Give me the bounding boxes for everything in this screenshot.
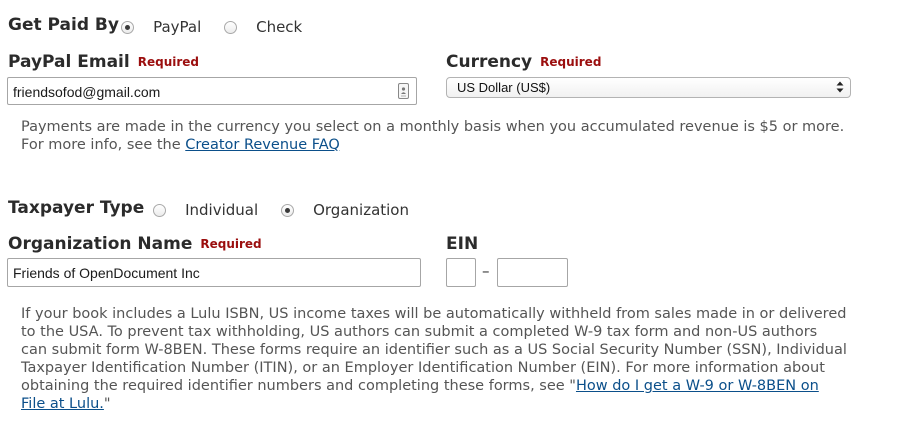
ein-label: EIN [446,234,479,254]
organization-name-required: Required [200,237,262,251]
paypal-email-required: Required [137,55,199,69]
radio-individual[interactable]: Individual [153,200,258,219]
currency-selected-value: US Dollar (US$) [457,80,551,95]
currency-label-text: Currency [446,52,533,72]
organization-name-label-text: Organization Name [8,234,193,254]
get-paid-by-label: Get Paid By [8,15,119,35]
ein-part1-input[interactable] [446,258,476,287]
radio-individual-indicator[interactable] [153,204,166,217]
w9-w8ben-faq-link-part2[interactable]: File at Lulu. [21,396,104,412]
currency-label: Currency Required [446,52,601,72]
select-arrows-icon [836,81,844,93]
tax-help-line2: to the USA. To prevent tax withholding, … [21,324,818,340]
currency-select[interactable]: US Dollar (US$) [446,77,851,98]
tax-help-line3: can submit form W-8BEN. These forms requ… [21,342,847,358]
radio-check-indicator[interactable] [224,21,237,34]
tax-help-line5: obtaining the required identifier number… [21,377,896,395]
radio-paypal-indicator[interactable] [121,21,134,34]
currency-help-line2: For more info, see the Creator Revenue F… [21,136,891,154]
currency-help-prefix: For more info, see the [21,137,186,153]
radio-check-label[interactable]: Check [256,18,302,36]
organization-name-input[interactable]: Friends of OpenDocument Inc [7,258,421,287]
radio-check[interactable]: Check [224,17,302,36]
tax-help-line6-suffix: " [103,396,111,412]
ein-part2-input[interactable] [497,258,568,287]
radio-individual-label[interactable]: Individual [185,201,258,219]
paypal-email-input[interactable]: friendsofod@gmail.com [7,77,417,105]
tax-help-line6: File at Lulu." [21,395,896,413]
creator-revenue-faq-link[interactable]: Creator Revenue FAQ [185,137,340,153]
radio-paypal-label[interactable]: PayPal [153,18,201,36]
tax-help-line4: Taxpayer Identification Number (ITIN), o… [21,360,825,376]
currency-help-line1: Payments are made in the currency you se… [21,119,845,135]
currency-help-text: Payments are made in the currency you se… [21,118,891,154]
radio-organization[interactable]: Organization [281,200,409,219]
radio-organization-label[interactable]: Organization [313,201,409,219]
taxpayer-type-label: Taxpayer Type [8,198,145,218]
tax-help-line5-prefix: obtaining the required identifier number… [21,378,576,394]
paypal-email-label-text: PayPal Email [8,52,130,72]
radio-paypal[interactable]: PayPal [121,17,201,36]
contact-card-icon[interactable] [398,83,409,99]
paypal-email-label: PayPal Email Required [8,52,199,72]
currency-required: Required [540,55,602,69]
radio-organization-indicator[interactable] [281,204,294,217]
ein-separator: – [482,262,490,280]
paypal-email-value: friendsofod@gmail.com [13,84,161,100]
organization-name-value: Friends of OpenDocument Inc [13,265,200,281]
tax-help-text: If your book includes a Lulu ISBN, US in… [21,305,896,413]
w9-w8ben-faq-link-part1[interactable]: How do I get a W-9 or W-8BEN on [576,378,819,394]
tax-help-line1: If your book includes a Lulu ISBN, US in… [21,306,847,322]
organization-name-label: Organization Name Required [8,234,262,254]
